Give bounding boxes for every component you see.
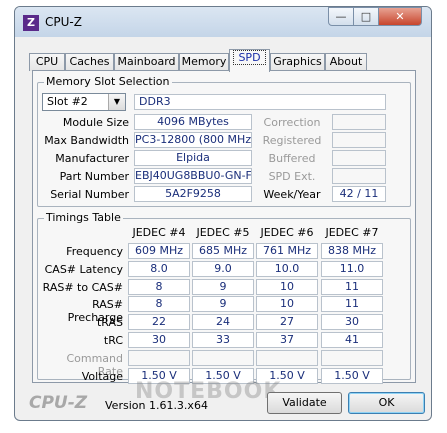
timings-row-label: CAS# Latency [44,262,123,276]
timings-row-label: Frequency [66,245,123,258]
timings-row-label: Voltage [81,369,123,383]
timings-cell: 9 [192,278,254,295]
spd-panel: Memory Slot Selection Slot #2 ▼ DDR3 Mod… [32,70,416,384]
title-bar[interactable]: Z CPU-Z — □ ✕ [15,7,431,37]
chevron-down-icon[interactable]: ▼ [108,94,125,110]
correction-value [332,114,386,130]
manufacturer-value: Elpida [134,150,252,166]
week-year-label: Week/Year [263,188,321,201]
timings-cell [321,349,383,366]
timings-cell: 10.0 [256,260,318,277]
serial-number-value: 5A2F9258 [134,186,252,202]
window-title: CPU-Z [45,15,82,29]
timings-cell: 10 [256,278,318,295]
maximize-button[interactable]: □ [353,7,379,26]
minimize-button[interactable]: — [328,7,354,26]
timings-column-header: JEDEC #7 [325,226,379,239]
timings-cell: 838 MHz [321,243,383,259]
manufacturer-label: Manufacturer [55,152,129,165]
module-size-value: 4096 MBytes [134,114,252,130]
close-button[interactable]: ✕ [378,7,422,26]
ok-button[interactable]: OK [348,392,425,414]
version-label: Version 1.61.3.x64 [105,399,208,412]
part-number-label: Part Number [59,170,129,183]
timings-cell: 27 [256,314,318,331]
timings-cell: 37 [256,332,318,348]
timings-column-header: JEDEC #4 [132,226,186,239]
memory-type-field: DDR3 [134,94,386,110]
timings-cell: 22 [128,314,190,331]
tab-caches[interactable]: Caches [65,53,114,71]
registered-value [332,132,386,148]
footer-bar: CPU-Z NOTEBOOK Version 1.61.3.x64 Valida… [15,379,431,420]
slot-select[interactable]: Slot #2 ▼ [42,93,126,111]
timings-cell: 11.0 [321,260,383,277]
part-number-value: EBJ40UG8BBU0-GN-F [134,168,252,184]
spd-ext-value [332,168,386,184]
timings-legend: Timings Table [44,211,123,224]
tab-spd[interactable]: SPD [229,49,270,72]
tab-cpu[interactable]: CPU [29,53,65,71]
timings-row-label: tRAS [96,316,123,330]
buffered-value [332,150,386,166]
timings-cell: 685 MHz [192,243,254,259]
memory-slot-group: Memory Slot Selection Slot #2 ▼ DDR3 Mod… [37,75,411,207]
timings-cell [256,349,318,366]
timings-cell: 41 [321,332,383,348]
timings-cell: 8 [128,278,190,295]
timings-cell: 761 MHz [256,243,318,259]
timings-row-label: tRC [103,334,123,347]
cpuz-logo: CPU-Z [29,393,88,413]
memory-slot-legend: Memory Slot Selection [44,75,172,88]
slot-select-value: Slot #2 [47,95,88,108]
tab-memory[interactable]: Memory [179,53,229,71]
spd-ext-label: SPD Ext. [268,170,316,183]
max-bandwidth-label: Max Bandwidth [44,134,129,147]
timings-group: Timings Table JEDEC #4 JEDEC #5 JEDEC #6 JE… [37,211,411,384]
registered-label: Registered [262,134,322,147]
timings-cell: 10 [256,296,318,313]
timings-cell: 609 MHz [128,243,190,259]
module-size-label: Module Size [62,116,129,129]
tab-graphics[interactable]: Graphics [270,53,325,71]
timings-cell: 8 [128,296,190,313]
tab-spd-label: SPD [233,50,266,65]
cpuz-app-icon: Z [23,15,39,31]
tab-about[interactable]: About [325,53,367,71]
timings-cell [192,349,254,366]
correction-label: Correction [263,116,321,129]
timings-cell: 33 [192,332,254,348]
validate-button[interactable]: Validate [267,392,342,414]
timings-cell: 8.0 [128,260,190,277]
timings-cell: 9 [192,296,254,313]
timings-cell: 1.50 V [321,367,383,384]
timings-cell: 30 [321,314,383,331]
timings-cell [128,349,190,366]
timings-row-label: RAS# to CAS# [42,280,123,294]
timings-cell: 11 [321,296,383,313]
timings-cell: 11 [321,278,383,295]
timings-column-header: JEDEC #5 [196,226,250,239]
max-bandwidth-value: PC3-12800 (800 MHz) [134,132,252,148]
timings-cell: 9.0 [192,260,254,277]
week-year-value: 42 / 11 [332,186,386,202]
cpuz-window: Z CPU-Z — □ ✕ CPU Caches Mainboard Memor… [14,6,432,421]
timings-cell: 24 [192,314,254,331]
tab-mainboard[interactable]: Mainboard [114,53,179,71]
timings-column-header: JEDEC #6 [260,226,314,239]
timings-cell: 30 [128,332,190,348]
buffered-label: Buffered [268,152,316,165]
serial-number-label: Serial Number [50,188,129,201]
